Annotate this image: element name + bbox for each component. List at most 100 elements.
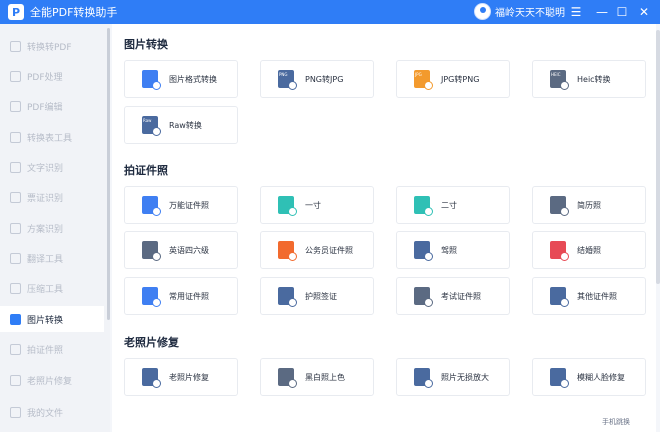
tool-card-label: 万能证件照 — [169, 200, 209, 210]
sidebar-item-1[interactable]: PDF处理 — [0, 63, 104, 89]
sidebar-item-10[interactable]: 拍证件照 — [0, 336, 104, 362]
sidebar-item-label: 翻译工具 — [27, 254, 64, 265]
ticket-icon — [10, 191, 21, 203]
sidebar-item-label: PDF处理 — [27, 72, 63, 83]
tool-card[interactable]: 老照片修复 — [124, 358, 238, 396]
tool-card[interactable]: HEIC Heic转换 — [532, 60, 646, 98]
tool-card[interactable]: 简历照 — [532, 186, 646, 224]
tool-card-label: 驾照 — [441, 245, 457, 255]
pdf-edit-icon — [10, 100, 21, 112]
tool-card[interactable]: 结婚照 — [532, 231, 646, 269]
civil-servant-icon — [278, 241, 297, 261]
image-format-icon — [142, 70, 161, 90]
tool-card-label: 照片无损放大 — [441, 372, 489, 382]
enlarge-icon — [414, 368, 433, 388]
passport-icon — [278, 287, 297, 307]
menu-icon[interactable]: ☰ — [568, 4, 584, 20]
tool-card[interactable]: 公务员证件照 — [260, 231, 374, 269]
id-photo-universal-icon — [142, 196, 161, 216]
text-ocr-icon — [10, 161, 21, 173]
tool-card-label: 结婚照 — [577, 245, 601, 255]
english-exam-icon — [142, 241, 161, 261]
face-repair-icon — [550, 368, 569, 388]
sidebar-item-5[interactable]: 票证识别 — [0, 184, 104, 210]
exam-id-icon — [414, 287, 433, 307]
close-icon[interactable]: ✕ — [636, 4, 652, 20]
sidebar-item-3[interactable]: 转换表工具 — [0, 124, 104, 150]
common-id-icon — [142, 287, 161, 307]
section-title: 图片转换 — [124, 38, 168, 51]
tool-card[interactable]: 英语四六级 — [124, 231, 238, 269]
user-name[interactable]: 福岭天天不聪明 — [495, 4, 565, 19]
jpg-icon: JPG — [414, 70, 433, 90]
translate-icon — [10, 252, 21, 264]
avatar[interactable] — [474, 3, 491, 20]
tool-card-label: 模糊人脸修复 — [577, 372, 625, 382]
photo-repair-icon — [10, 374, 21, 386]
main-scrollbar-thumb[interactable] — [656, 30, 660, 284]
section-title: 拍证件照 — [124, 164, 168, 177]
tool-card[interactable]: JPG JPG转PNG — [396, 60, 510, 98]
app-title: 全能PDF转换助手 — [30, 6, 118, 19]
png-icon: PNG — [278, 70, 297, 90]
sidebar-item-11[interactable]: 老照片修复 — [0, 367, 104, 393]
app-logo-icon: P — [8, 4, 24, 20]
sidebar-item-4[interactable]: 文字识别 — [0, 154, 104, 180]
mobile-link[interactable]: 手机跳换 — [602, 417, 630, 427]
sidebar-item-7[interactable]: 翻译工具 — [0, 245, 104, 271]
tool-card[interactable]: 图片格式转换 — [124, 60, 238, 98]
image-convert-icon — [10, 313, 21, 325]
sidebar-item-label: 我的文件 — [27, 408, 64, 419]
tool-card[interactable]: 驾照 — [396, 231, 510, 269]
tool-card[interactable]: 常用证件照 — [124, 277, 238, 315]
sidebar-item-label: 文字识别 — [27, 163, 64, 174]
sidebar-item-label: 票证识别 — [27, 193, 64, 204]
tool-card-label: PNG转JPG — [305, 74, 344, 84]
tool-card[interactable]: 护照签证 — [260, 277, 374, 315]
compress-icon — [10, 282, 21, 294]
tool-card-label: Heic转换 — [577, 74, 611, 84]
tool-card-label: 黑白照上色 — [305, 372, 345, 382]
sidebar-scrollbar[interactable] — [107, 28, 110, 320]
tool-card-label: Raw转换 — [169, 120, 202, 130]
sidebar-item-label: 转换表工具 — [27, 133, 73, 144]
tool-card[interactable]: 万能证件照 — [124, 186, 238, 224]
tool-card[interactable]: 黑白照上色 — [260, 358, 374, 396]
sidebar-item-9[interactable]: 图片转换 — [0, 306, 104, 332]
user-account[interactable]: 福岭天天不聪明 — [474, 3, 565, 20]
colorize-icon — [278, 368, 297, 388]
sidebar-item-8[interactable]: 压缩工具 — [0, 275, 104, 301]
tool-card[interactable]: 其他证件照 — [532, 277, 646, 315]
minimize-icon[interactable]: — — [594, 4, 610, 20]
sidebar-item-label: 压缩工具 — [27, 284, 64, 295]
tool-card[interactable]: 照片无损放大 — [396, 358, 510, 396]
section-title: 老照片修复 — [124, 336, 179, 349]
sidebar-item-2[interactable]: PDF编辑 — [0, 93, 104, 119]
icon-badge: Raw — [143, 118, 152, 123]
tool-card[interactable]: PNG PNG转JPG — [260, 60, 374, 98]
tool-card-label: 常用证件照 — [169, 291, 209, 301]
tool-card[interactable]: 二寸 — [396, 186, 510, 224]
tool-card[interactable]: 模糊人脸修复 — [532, 358, 646, 396]
sidebar-item-label: PDF编辑 — [27, 102, 63, 113]
one-inch-icon — [278, 196, 297, 216]
sidebar-item-0[interactable]: 转换转PDF — [0, 33, 104, 59]
driver-license-icon — [414, 241, 433, 261]
resume-photo-icon — [550, 196, 569, 216]
main-scrollbar[interactable] — [656, 24, 660, 432]
wedding-photo-icon — [550, 241, 569, 261]
tool-card[interactable]: 一寸 — [260, 186, 374, 224]
tool-card-label: 图片格式转换 — [169, 74, 217, 84]
other-id-icon — [550, 287, 569, 307]
tool-card[interactable]: 考试证件照 — [396, 277, 510, 315]
title-bar: P 全能PDF转换助手 福岭天天不聪明 ☰ — ☐ ✕ — [0, 0, 660, 24]
sidebar-item-6[interactable]: 方案识别 — [0, 215, 104, 241]
sidebar: 转换转PDF PDF处理 PDF编辑转换表工具文字识别票证识别方案识别翻译工具压缩工… — [0, 24, 110, 432]
tool-card[interactable]: Raw Raw转换 — [124, 106, 238, 144]
tool-card-label: 一寸 — [305, 200, 321, 210]
sidebar-item-label: 老照片修复 — [27, 376, 73, 387]
sidebar-item-label: 方案识别 — [27, 224, 64, 235]
sidebar-item-12[interactable]: 我的文件 — [0, 399, 104, 425]
maximize-icon[interactable]: ☐ — [614, 4, 630, 20]
icon-badge: HEIC — [551, 72, 561, 77]
